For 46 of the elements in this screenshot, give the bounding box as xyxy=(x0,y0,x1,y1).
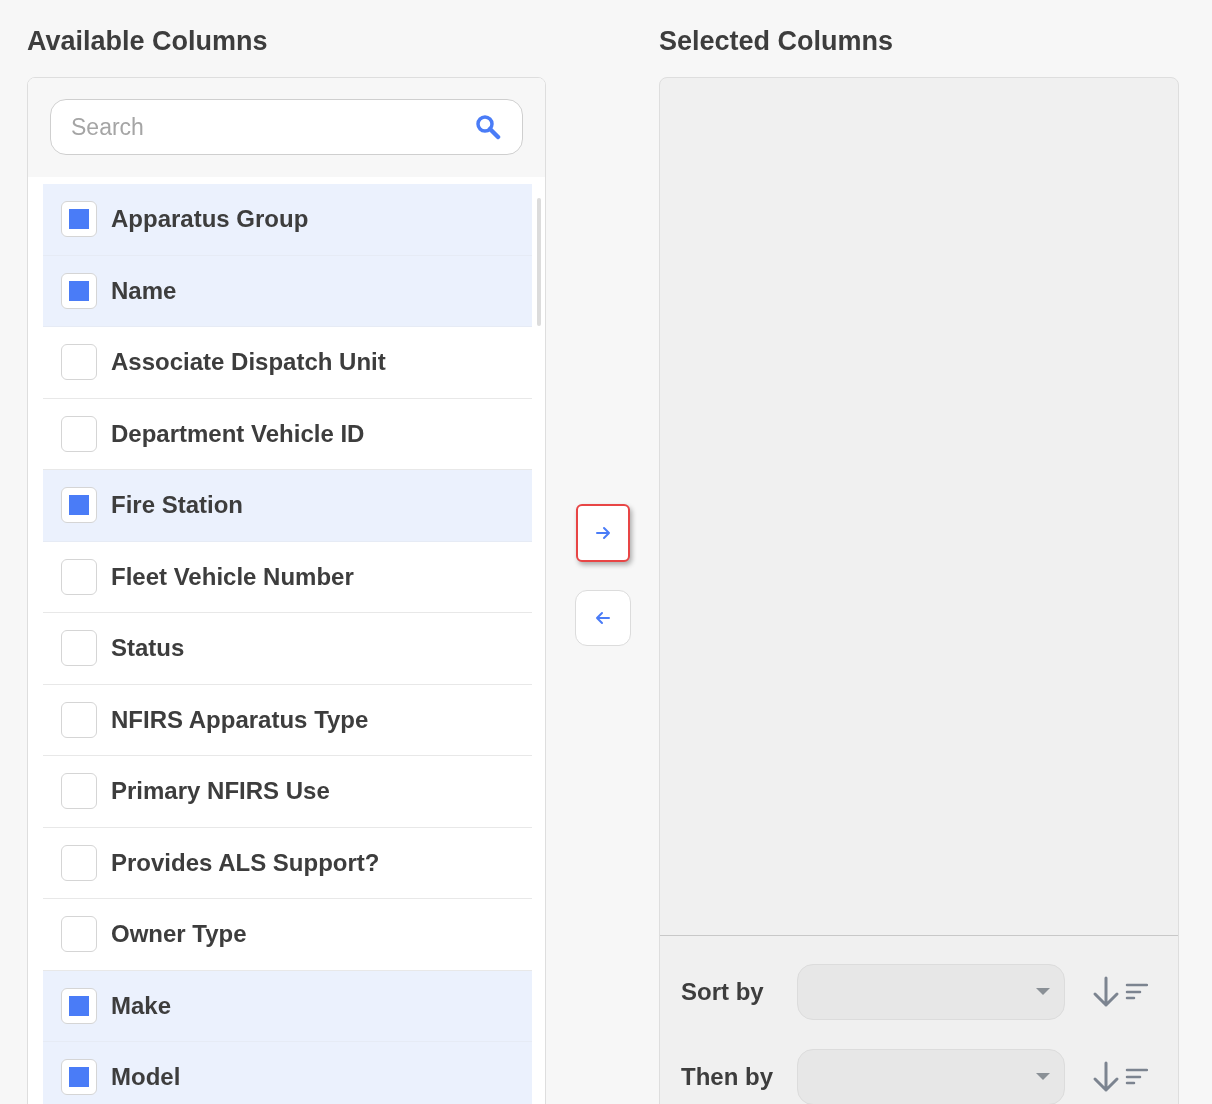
dropdown-caret-icon xyxy=(1036,988,1050,996)
checkbox[interactable] xyxy=(61,916,97,953)
checkbox[interactable] xyxy=(61,701,97,738)
column-label: Make xyxy=(111,990,172,1021)
column-label: Fleet Vehicle Number xyxy=(111,561,354,592)
checkbox[interactable] xyxy=(61,987,97,1024)
sort-descending-icon[interactable] xyxy=(1092,976,1148,1008)
column-label: Fire Station xyxy=(111,490,243,521)
column-label: Model xyxy=(111,1062,181,1093)
column-list-item[interactable]: Model xyxy=(43,1042,532,1104)
column-list-item[interactable]: Name xyxy=(43,255,532,327)
panel-title: Available Columns xyxy=(27,25,269,58)
column-label: Name xyxy=(111,275,177,306)
column-label: NFIRS Apparatus Type xyxy=(111,704,369,735)
column-label: Associate Dispatch Unit xyxy=(111,347,386,378)
sort-descending-icon[interactable] xyxy=(1092,1061,1148,1093)
column-list-item[interactable]: Fire Station xyxy=(43,470,532,542)
checkbox[interactable] xyxy=(61,773,97,810)
checkbox[interactable] xyxy=(61,844,97,881)
scrollbar[interactable] xyxy=(537,198,541,326)
sort-dropdown[interactable] xyxy=(797,964,1065,1020)
search-field[interactable]: Search xyxy=(50,99,523,155)
panel-title: Selected Columns xyxy=(659,25,895,58)
checkbox[interactable] xyxy=(61,630,97,667)
column-label: Status xyxy=(111,633,185,664)
checkbox[interactable] xyxy=(61,415,97,452)
move-left-button[interactable] xyxy=(574,590,631,646)
dropdown-caret-icon xyxy=(1036,1073,1050,1081)
sort-label: Then by xyxy=(681,1062,774,1092)
column-label: Primary NFIRS Use xyxy=(111,776,330,807)
sort-label: Sort by xyxy=(681,977,765,1007)
sort-dropdown[interactable] xyxy=(797,1049,1065,1104)
search-icon xyxy=(475,114,501,140)
checkbox[interactable] xyxy=(61,272,97,309)
move-right-button[interactable] xyxy=(575,504,630,562)
column-list-item[interactable]: Apparatus Group xyxy=(43,184,532,256)
column-label: Apparatus Group xyxy=(111,204,309,235)
checkbox[interactable] xyxy=(61,1059,97,1096)
checkbox[interactable] xyxy=(61,558,97,595)
column-label: Provides ALS Support? xyxy=(111,847,380,878)
checkbox[interactable] xyxy=(61,344,97,381)
checkbox[interactable] xyxy=(61,201,97,238)
column-list-item[interactable]: Make xyxy=(43,970,532,1042)
checkbox[interactable] xyxy=(61,487,97,524)
column-label: Department Vehicle ID xyxy=(111,418,365,449)
column-label: Owner Type xyxy=(111,919,247,950)
